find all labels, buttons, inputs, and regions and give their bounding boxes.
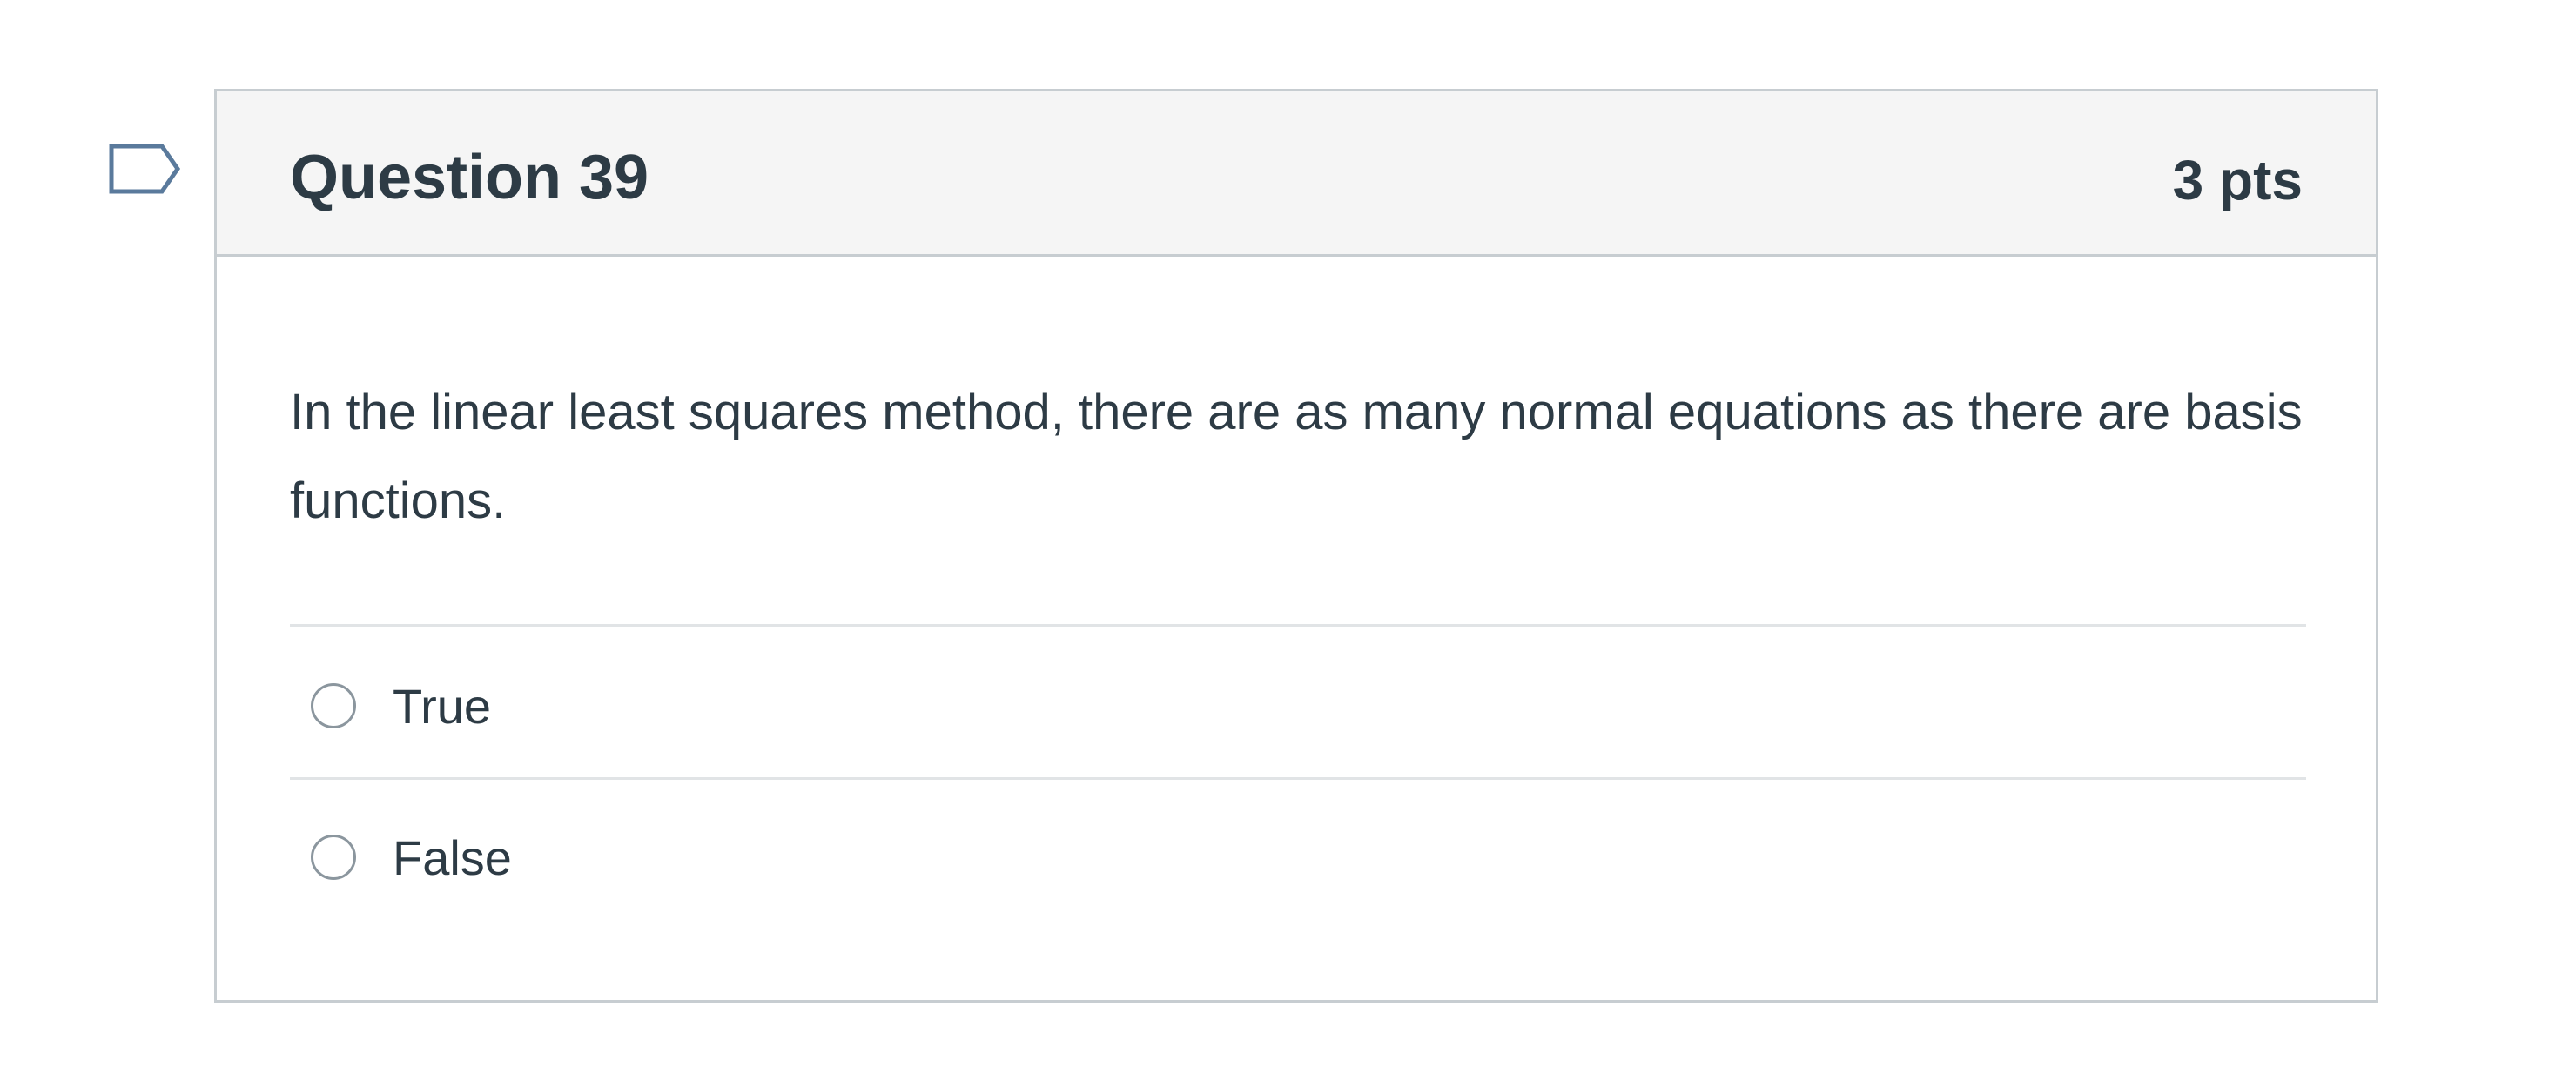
question-text: In the linear least squares method, ther…	[290, 384, 2303, 529]
answer-divider	[290, 777, 2306, 780]
radio-button[interactable]	[311, 835, 356, 880]
flag-question-icon[interactable]	[108, 143, 181, 195]
question-points: 3 pts	[2172, 149, 2303, 211]
answer-label: False	[393, 830, 512, 885]
answer-option-true[interactable]: True	[311, 662, 2296, 749]
answer-divider	[290, 624, 2306, 627]
answer-label: True	[393, 679, 492, 734]
radio-button[interactable]	[311, 683, 356, 728]
question-card: Question 39 3 pts In the linear least sq…	[214, 89, 2378, 1003]
question-header: Question 39 3 pts	[217, 91, 2376, 257]
question-title: Question 39	[290, 143, 649, 212]
answer-option-false[interactable]: False	[311, 814, 2296, 901]
